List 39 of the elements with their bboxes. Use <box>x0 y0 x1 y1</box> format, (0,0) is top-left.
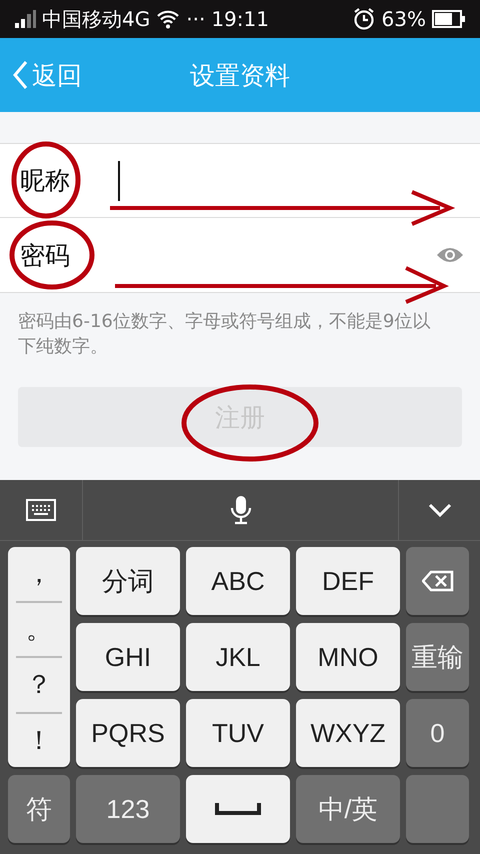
more-indicator: ··· <box>186 7 206 31</box>
collapse-chevron-icon[interactable] <box>428 502 452 518</box>
key[interactable]: PQRS <box>76 699 180 767</box>
punctuation-key[interactable]: ！ <box>16 712 62 767</box>
key[interactable]: 0 <box>406 699 469 767</box>
keyboard-icon[interactable] <box>26 499 56 521</box>
field-label: 密码 <box>20 240 71 272</box>
page-title: 设置资料 <box>190 60 290 90</box>
backspace-key[interactable] <box>406 547 469 615</box>
punctuation-key[interactable]: 。 <box>16 600 62 656</box>
space-key[interactable] <box>186 775 290 843</box>
carrier-name: 中国移动4G <box>42 6 150 32</box>
punctuation-key[interactable]: ？ <box>16 656 62 712</box>
key[interactable]: GHI <box>76 623 180 691</box>
microphone-icon[interactable] <box>230 495 252 525</box>
battery-icon <box>432 9 466 29</box>
eye-icon[interactable] <box>436 246 464 264</box>
key[interactable]: JKL <box>186 623 290 691</box>
key[interactable]: 重输 <box>406 623 469 691</box>
key[interactable]: TUV <box>186 699 290 767</box>
key[interactable]: 123 <box>76 775 180 843</box>
backspace-icon <box>422 570 454 592</box>
key[interactable]: MNO <box>296 623 400 691</box>
key[interactable]: WXYZ <box>296 699 400 767</box>
back-chevron-icon <box>12 60 28 90</box>
field-label: 昵称 <box>20 165 71 197</box>
key[interactable]: 分词 <box>76 547 180 615</box>
password-hint: 密码由6-16位数字、字母或符号组成，不能是9位以下纯数字。 <box>17 310 432 359</box>
clock-time: 19:11 <box>211 7 269 31</box>
key[interactable]: DEF <box>296 547 400 615</box>
signal-icon <box>14 9 36 29</box>
wifi-icon <box>156 9 180 29</box>
key[interactable]: 中/英 <box>296 775 400 843</box>
space-icon <box>214 801 262 817</box>
key[interactable]: 符 <box>8 775 70 843</box>
key[interactable]: ABC <box>186 547 290 615</box>
battery-level: 63% <box>382 7 426 31</box>
alarm-icon <box>352 7 376 31</box>
punctuation-key[interactable]: ， <box>16 547 62 600</box>
